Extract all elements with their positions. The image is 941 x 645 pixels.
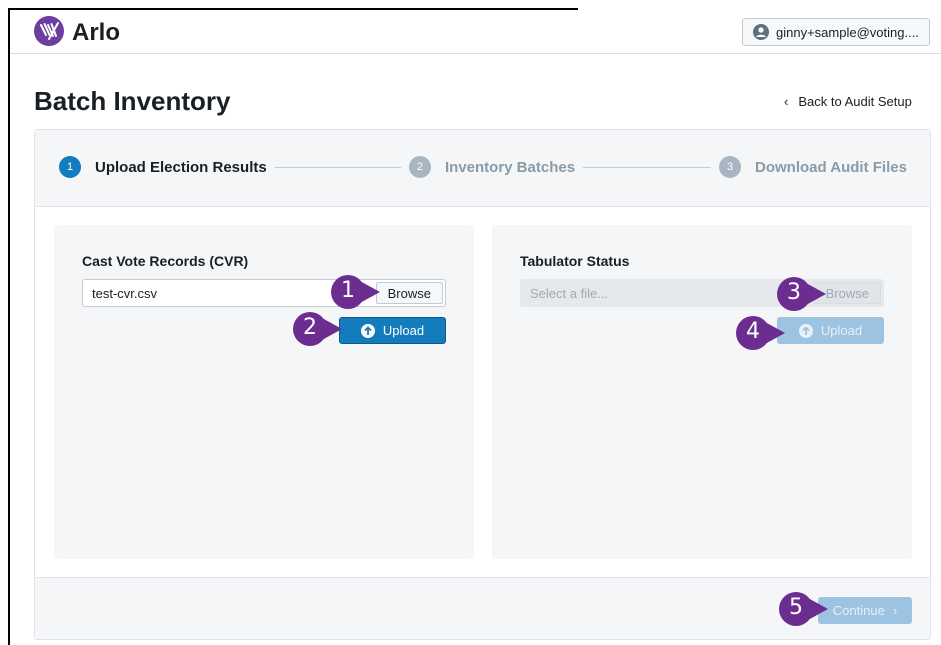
upload-arrow-icon [798,323,813,338]
cvr-upload-button[interactable]: Upload [339,317,446,344]
upload-label: Upload [820,323,863,338]
callout-marker-3: 3 [772,274,826,318]
chevron-left-icon: ‹ [784,94,789,109]
step-upload-election-results: 1 Upload Election Results [59,156,267,178]
upload-arrow-icon [360,323,375,338]
continue-label: Continue [832,603,885,618]
continue-button[interactable]: Continue › [818,597,912,624]
step-download-audit-files: 3 Download Audit Files [719,156,907,178]
callout-marker-4: 4 [731,313,785,357]
callout-number: 2 [303,315,317,340]
step-number: 3 [719,156,741,178]
cvr-panel-title: Cast Vote Records (CVR) [82,253,249,269]
top-navbar: Arlo ginny+sample@voting.... [10,10,941,54]
user-email: ginny+sample@voting.... [776,24,919,40]
tabulator-file-placeholder: Select a file... [530,285,609,301]
step-label: Download Audit Files [755,158,907,176]
brand-name[interactable]: Arlo [72,19,120,47]
step-inventory-batches: 2 Inventory Batches [409,156,575,178]
step-label: Upload Election Results [95,158,267,176]
page-title: Batch Inventory [34,86,231,116]
callout-number: 3 [787,280,801,305]
user-icon [753,24,769,40]
tabulator-status-panel: Tabulator Status Select a file... Browse… [492,225,912,559]
step-label: Inventory Batches [445,158,576,176]
tabulator-file-input[interactable]: Select a file... Browse [520,279,884,307]
cvr-upload-panel: Cast Vote Records (CVR) test-cvr.csv Bro… [54,225,474,559]
progress-steps: 1 Upload Election Results 2 Inventory Ba… [35,130,930,207]
back-to-audit-setup-link[interactable]: ‹ Back to Audit Setup [784,94,912,109]
callout-marker-2: 2 [288,309,342,353]
cvr-browse-button[interactable]: Browse [375,282,443,304]
tabulator-upload-button[interactable]: Upload [777,317,884,344]
cvr-file-input[interactable]: test-cvr.csv Browse [82,279,446,307]
callout-number: 5 [789,595,803,620]
step-number: 2 [409,156,431,178]
callout-marker-5: 5 [774,589,828,633]
batch-inventory-card: 1 Upload Election Results 2 Inventory Ba… [34,129,931,640]
chevron-right-icon: › [892,603,898,618]
arlo-logo-icon[interactable] [34,16,64,46]
back-link-label: Back to Audit Setup [798,94,912,109]
step-connector [583,167,711,168]
cvr-file-name: test-cvr.csv [92,285,158,301]
user-menu-button[interactable]: ginny+sample@voting.... [742,18,930,46]
upload-label: Upload [382,323,425,338]
step-connector [275,167,401,168]
step-number: 1 [59,156,81,178]
callout-number: 1 [341,278,355,303]
callout-number: 4 [746,319,760,344]
tabulator-panel-title: Tabulator Status [520,253,630,269]
screenshot-border-left [8,8,10,645]
